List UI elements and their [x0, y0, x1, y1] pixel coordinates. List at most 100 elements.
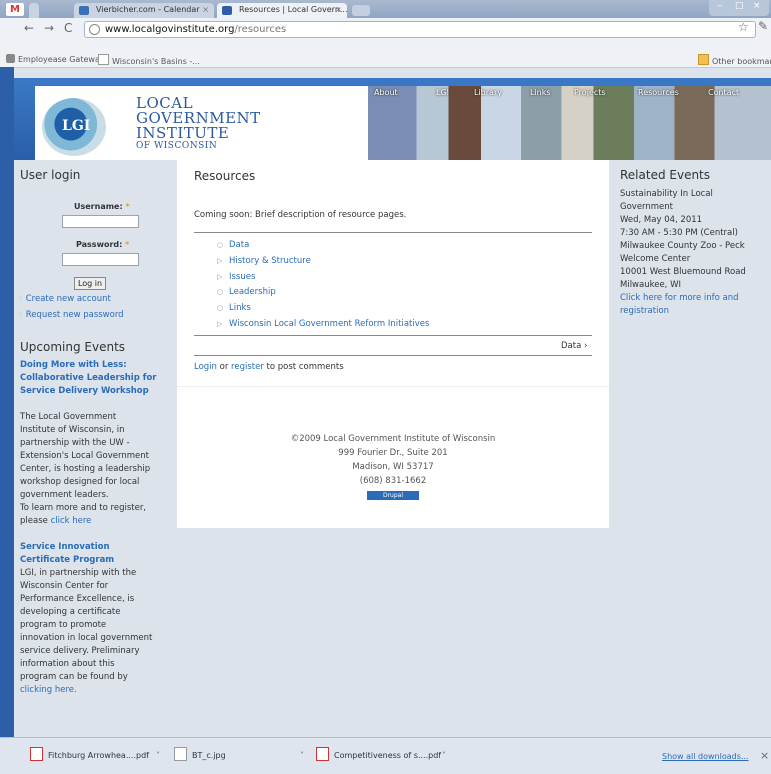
or-text: or [219, 362, 229, 372]
forward-icon[interactable]: → [44, 21, 54, 35]
register-link[interactable]: register [231, 362, 264, 372]
download-item[interactable]: Fitchburg Arrowhea....pdf ˅ [30, 745, 160, 767]
show-all-downloads-link[interactable]: Show all downloads... [662, 752, 749, 761]
resource-link-data[interactable]: Data [229, 240, 249, 250]
related-event-text: 7:30 AM - 5:30 PM (Central) [620, 228, 738, 238]
menu-item-about[interactable]: About [374, 88, 398, 97]
related-event-text: Sustainability In Local [620, 189, 713, 199]
pinned-tab[interactable] [29, 3, 39, 18]
divider [177, 386, 609, 387]
related-event: Sustainability In Local Government Wed, … [620, 188, 770, 318]
gmail-icon[interactable]: M [6, 3, 24, 16]
close-tab-icon[interactable]: × [202, 3, 209, 17]
reload-icon[interactable]: C [64, 21, 72, 35]
divider [194, 335, 592, 336]
tab-calendar[interactable]: Vierbicher.com - Calendar × [74, 3, 214, 18]
list-item: ○ Data [217, 238, 429, 254]
address-bar[interactable]: www.localgovinstitute.org/resources [84, 21, 756, 38]
request-password-link[interactable]: Request new password [26, 310, 124, 320]
close-window-icon[interactable]: × [753, 1, 761, 11]
event-1-text: To learn more and to register, [20, 503, 147, 513]
menu-item-lgi[interactable]: LGI [436, 88, 449, 97]
username-label-text: Username: [74, 202, 123, 211]
related-event-link[interactable]: Click here for more info and [620, 292, 770, 305]
employease-icon [6, 54, 15, 63]
logo-wordmark[interactable]: LOCAL GOVERNMENT INSTITUTE OF WISCONSIN [136, 96, 261, 152]
related-events-title: Related Events [620, 168, 711, 182]
close-tab-icon[interactable]: × [335, 3, 342, 17]
event-2-text: innovation in local government [20, 633, 153, 643]
event-2-title[interactable]: Service Innovation [20, 541, 180, 554]
related-event-text: Milwaukee County Zoo - Peck [620, 241, 745, 251]
event-1-more: please click here [20, 515, 180, 528]
pdf-icon [316, 747, 329, 761]
bookmark-label: Wisconsin's Basins -... [112, 57, 200, 66]
download-item[interactable]: BT_c.jpg ˅ [174, 745, 304, 767]
triangle-bullet-icon: ▷ [217, 256, 223, 265]
bookmark-employease[interactable]: Employease Gateway [6, 54, 105, 64]
globe-icon [89, 24, 100, 35]
list-item: ▷ History & Structure [217, 254, 429, 270]
resource-link-links[interactable]: Links [229, 303, 251, 313]
resource-link-history[interactable]: History & Structure [229, 256, 311, 266]
login-button[interactable]: Log in [74, 277, 106, 290]
event-1-text: please [20, 516, 48, 526]
event-1: Doing More with Less: Collaborative Lead… [20, 359, 180, 697]
close-downloads-icon[interactable]: × [760, 749, 769, 762]
event-2-link[interactable]: clicking here. [20, 684, 180, 697]
minimize-icon[interactable]: ‒ [717, 1, 723, 11]
bookmark-star-icon[interactable]: ☆ [738, 20, 749, 34]
login-link[interactable]: Login [194, 362, 217, 372]
event-2-text: information about this [20, 659, 115, 669]
maximize-icon[interactable]: □ [735, 1, 744, 11]
next-page-link[interactable]: Data › [561, 340, 587, 353]
bookmark-wisconsin-basins[interactable]: Wisconsin's Basins -... [98, 54, 200, 66]
menu-item-links[interactable]: Links [530, 88, 551, 97]
related-event-link[interactable]: registration [620, 305, 770, 318]
menu-item-projects[interactable]: Projects [574, 88, 606, 97]
chevron-down-icon[interactable]: ˅ [442, 745, 446, 767]
event-2-text: program can be found by [20, 672, 128, 682]
footer-phone: (608) 831-1662 [359, 476, 427, 486]
logo-initials: LGI [62, 118, 91, 134]
download-item[interactable]: Competitiveness of s....pdf ˅ [316, 745, 446, 767]
window-controls: ‒ □ × [709, 0, 769, 16]
wrench-icon[interactable]: ✎ [758, 19, 768, 33]
event-1-title[interactable]: Service Delivery Workshop [20, 385, 180, 398]
event-1-text: workshop designed for local [20, 477, 140, 487]
event-1-title[interactable]: Collaborative Leadership for [20, 372, 180, 385]
event-2-title[interactable]: Certificate Program [20, 554, 180, 567]
event-1-text: Institute of Wisconsin, in [20, 425, 125, 435]
tab-resources[interactable]: Resources | Local Govern... × [217, 3, 347, 18]
menu-item-contact[interactable]: Contact [708, 88, 739, 97]
logo-line: INSTITUTE [136, 124, 230, 142]
event-1-register-link[interactable]: click here [51, 516, 92, 526]
new-tab-button[interactable] [352, 5, 370, 16]
resource-link-issues[interactable]: Issues [229, 272, 255, 282]
post-comments-text: to post comments [266, 362, 344, 372]
menu-item-resources[interactable]: Resources [638, 88, 679, 97]
chevron-down-icon[interactable]: ˅ [156, 745, 160, 767]
other-bookmarks[interactable]: Other bookmarks [698, 54, 771, 66]
back-icon[interactable]: ← [24, 21, 34, 35]
bookmarks-bar: Employease Gateway Wisconsin's Basins -.… [0, 52, 771, 68]
event-1-title[interactable]: Doing More with Less: [20, 359, 180, 372]
menu-item-library[interactable]: Library [474, 88, 502, 97]
bullet-icon: ◦ [18, 294, 24, 304]
drupal-badge-icon[interactable]: Drupal [367, 491, 419, 500]
folder-icon [698, 54, 709, 65]
triangle-bullet-icon: ▷ [217, 319, 223, 328]
comment-prompt: Login or register to post comments [194, 361, 344, 374]
bullet-icon: ◦ [18, 310, 24, 320]
pdf-icon [30, 747, 43, 761]
related-event-text: Government [620, 202, 674, 212]
resource-link-reform[interactable]: Wisconsin Local Government Reform Initia… [229, 319, 429, 329]
footer-copyright: ©2009 Local Government Institute of Wisc… [290, 434, 496, 444]
username-field[interactable] [62, 215, 139, 228]
chevron-down-icon[interactable]: ˅ [300, 745, 304, 767]
logo-sub: OF WISCONSIN [136, 141, 218, 151]
password-field[interactable] [62, 253, 139, 266]
create-account-link[interactable]: Create new account [26, 294, 111, 304]
resource-link-leadership[interactable]: Leadership [229, 287, 276, 297]
footer-city: Madison, WI 53717 [352, 462, 434, 472]
